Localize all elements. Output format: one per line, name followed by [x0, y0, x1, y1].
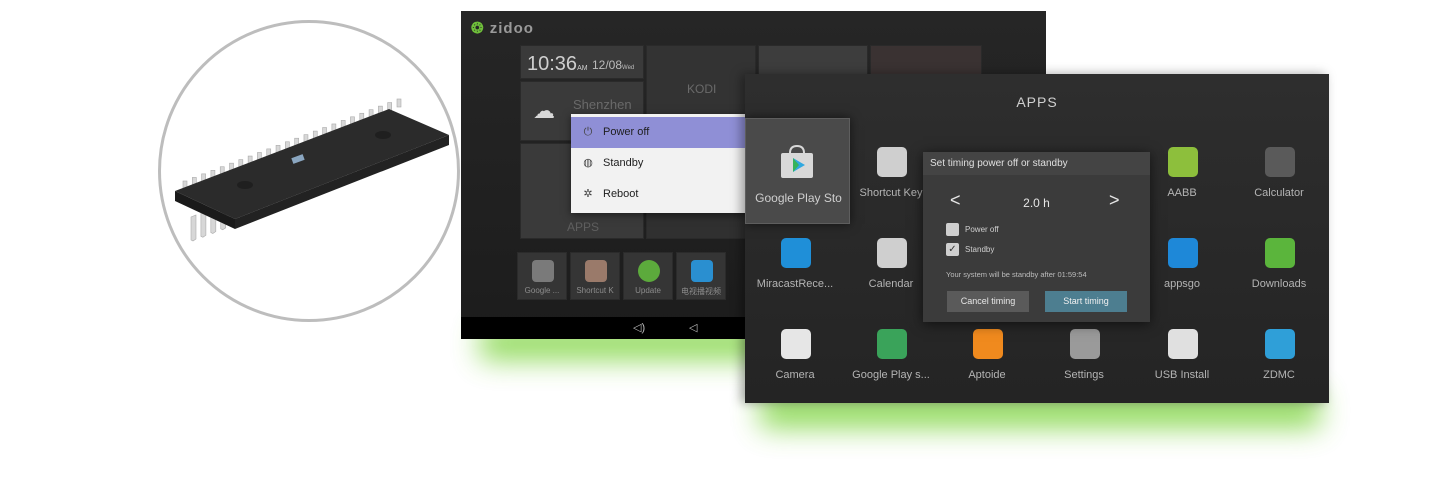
power-menu-item-label: Reboot	[603, 188, 639, 200]
app-label: MiracastRece...	[756, 278, 834, 290]
power-menu-item-label: Power off	[603, 126, 650, 138]
app-tile[interactable]: Downloads	[1231, 238, 1327, 318]
shortcut-key-icon	[877, 147, 907, 177]
weather-city: Shenzhen	[573, 97, 632, 112]
app-label: Aptoide	[968, 369, 1006, 381]
checkbox-standby[interactable]: ✓	[946, 243, 959, 256]
kodi-label: KODI	[687, 82, 717, 96]
usb-install-icon	[1168, 329, 1198, 359]
google-play-services-icon	[877, 329, 907, 359]
calendar-icon	[877, 238, 907, 268]
bottom-app-tile[interactable]: Update	[623, 252, 673, 300]
bottom-app-tile[interactable]: Google ...	[517, 252, 567, 300]
zidoo-logo: ❂ zidoo	[471, 20, 534, 37]
cancel-timing-button[interactable]: Cancel timing	[947, 291, 1029, 312]
start-timing-button[interactable]: Start timing	[1045, 291, 1127, 312]
app-label: Google Play s...	[852, 369, 930, 381]
update-icon	[638, 260, 660, 282]
app-tile[interactable]: ZDMC	[1231, 329, 1327, 403]
app-tile[interactable]: Aptoide	[939, 329, 1035, 403]
increase-time-button[interactable]: >	[1109, 190, 1120, 211]
downloads-icon	[1265, 238, 1295, 268]
settings-icon	[1070, 329, 1100, 359]
power-menu-item-icon: ✲	[583, 188, 593, 200]
app-tile[interactable]: Google Play s...	[843, 329, 939, 403]
play-store-icon	[532, 260, 554, 282]
app-tile[interactable]: Settings	[1036, 329, 1132, 403]
power-menu-item[interactable]: ✲ Reboot	[571, 179, 749, 210]
chip-image-circle	[158, 20, 460, 322]
checkbox-power-off[interactable]	[946, 223, 959, 236]
app-google-play-store-focused[interactable]: Google Play Sto	[745, 118, 850, 224]
shortcut-icon	[585, 260, 607, 282]
power-menu-item-icon: ⏻	[583, 126, 593, 138]
app-label: Settings	[1064, 369, 1104, 381]
power-menu: ⏻ Power off ◍ Standby ✲ Reboot	[571, 114, 749, 213]
bottom-app-label: Update	[635, 286, 661, 295]
appsgo-icon	[1168, 238, 1198, 268]
timing-dialog-title: Set timing power off or standby	[923, 152, 1150, 175]
app-label: ZDMC	[1263, 369, 1295, 381]
option-power-off-label: Power off	[965, 225, 999, 234]
focused-app-label: Google Play Sto	[755, 191, 842, 205]
video-icon	[691, 260, 713, 282]
aptoide-icon	[973, 329, 1003, 359]
zdmc-icon	[1265, 329, 1295, 359]
chip-pin	[200, 210, 207, 238]
calculator-icon	[1265, 147, 1295, 177]
app-tile[interactable]: MiracastRece...	[747, 238, 843, 318]
chip-pin	[190, 214, 197, 242]
bottom-app-label: Google ...	[524, 286, 560, 295]
app-tile[interactable]: Camera	[747, 329, 843, 403]
app-tile[interactable]: USB Install	[1134, 329, 1230, 403]
play-store-bag-icon	[781, 145, 813, 178]
android-icon	[1168, 147, 1198, 177]
bottom-app-tile[interactable]: Shortcut K	[570, 252, 620, 300]
option-standby-label: Standby	[965, 245, 995, 254]
app-label: Camera	[775, 369, 815, 381]
dip-chip-illustration	[175, 98, 449, 242]
miracast-icon	[781, 238, 811, 268]
app-label: USB Install	[1154, 369, 1210, 381]
power-menu-item[interactable]: ◍ Standby	[571, 148, 749, 179]
app-tile[interactable]: Calculator	[1231, 147, 1327, 227]
standby-countdown-note: Your system will be standby after 01:59:…	[946, 270, 1087, 279]
bottom-app-label: Shortcut K	[576, 286, 614, 295]
volume-icon[interactable]: ◁)	[633, 321, 645, 334]
camera-icon	[781, 329, 811, 359]
apps-tile-label: APPS	[567, 220, 600, 234]
app-label: Calculator	[1254, 187, 1304, 199]
front-tv-screen: APPS Google Play Sto Shortcut Key AABB Cal…	[745, 74, 1329, 403]
clock-date: 12/08Wed	[592, 58, 635, 72]
bottom-app-tile[interactable]: 电视播视频	[676, 252, 726, 300]
power-menu-item-icon: ◍	[583, 157, 593, 169]
bottom-app-label: 电视播视频	[681, 287, 721, 296]
weather-cloud-icon: ☁	[533, 98, 555, 123]
power-menu-item-label: Standby	[603, 157, 644, 169]
clock-time: 10:36AM	[527, 53, 588, 75]
apps-title: APPS	[1016, 94, 1058, 110]
power-menu-item[interactable]: ⏻ Power off	[571, 117, 749, 148]
chip-pin-back	[396, 98, 402, 108]
timing-dialog: Set timing power off or standby < 2.0 h …	[923, 152, 1150, 322]
app-label: Downloads	[1251, 278, 1307, 290]
back-icon[interactable]: ◁	[689, 321, 697, 334]
